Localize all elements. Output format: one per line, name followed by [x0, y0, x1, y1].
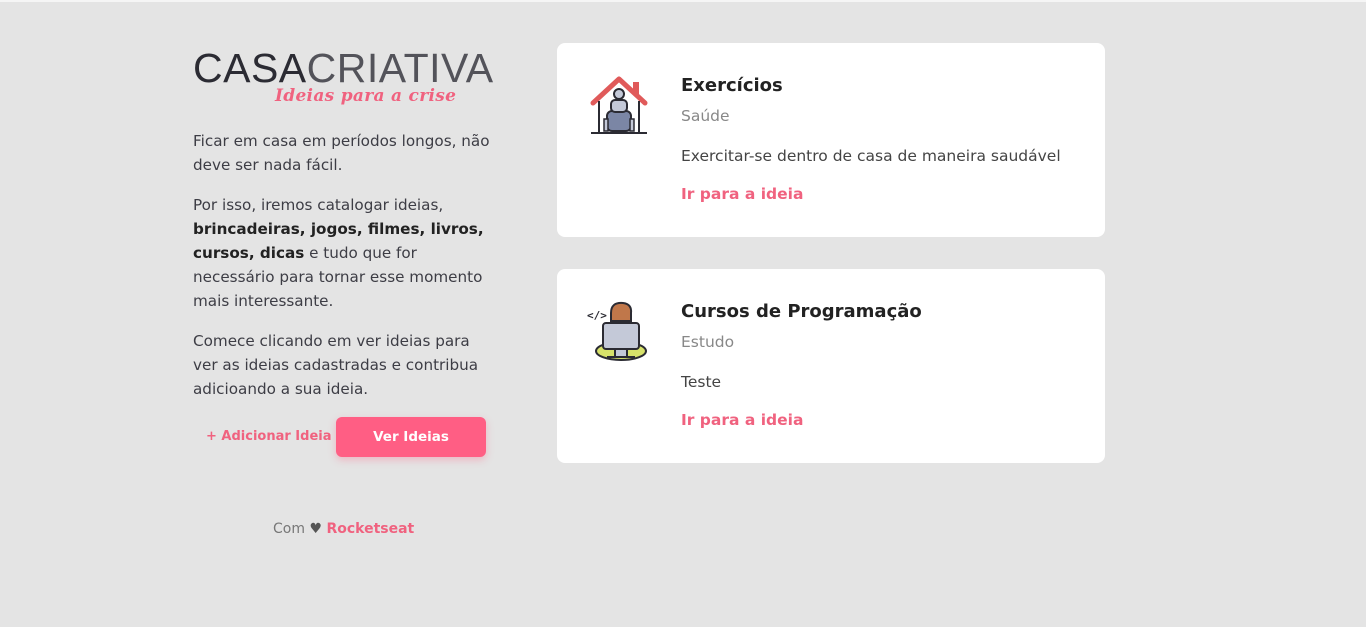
add-idea-link[interactable]: + Adicionar Ideia [206, 429, 332, 444]
home-workout-icon [587, 73, 651, 137]
heart-icon: ♥ [309, 521, 322, 537]
idea-category: Saúde [681, 107, 730, 125]
footer: Com ♥ Rocketseat [273, 521, 414, 537]
intro-paragraph-1: Ficar em casa em períodos longos, não de… [193, 132, 490, 174]
logo-tagline: Ideias para a crise [275, 86, 457, 106]
intro-paragraph-2: Por isso, iremos catalogar ideias, brinc… [193, 193, 498, 313]
idea-description: Exercitar-se dentro de casa de maneira s… [681, 147, 1061, 165]
idea-title: Cursos de Programação [681, 301, 922, 322]
intro-paragraph-3: Comece clicando em ver ideias para ver a… [193, 332, 479, 398]
view-ideas-button[interactable]: Ver Ideias [336, 417, 486, 457]
logo-text: CASACRIATIVA [193, 46, 493, 90]
idea-card: Exercícios Saúde Exercitar-se dentro de … [557, 43, 1105, 237]
programmer-icon: </> [587, 299, 651, 363]
logo-light: CRIATIVA [306, 45, 494, 91]
idea-description: Teste [681, 373, 722, 391]
intro-p2-before: Por isso, iremos catalogar ideias, [193, 196, 444, 214]
idea-link[interactable]: Ir para a ideia [681, 185, 803, 203]
footer-prefix: Com [273, 521, 305, 537]
idea-category: Estudo [681, 333, 735, 351]
idea-title: Exercícios [681, 75, 783, 96]
actions: + Adicionar Ideia Ver Ideias [193, 417, 493, 457]
logo-bold: CASA [193, 45, 307, 91]
logo: CASACRIATIVA Ideias para a crise [193, 46, 493, 110]
footer-brand-link[interactable]: Rocketseat [326, 521, 414, 537]
idea-link[interactable]: Ir para a ideia [681, 411, 803, 429]
intro-text: Ficar em casa em períodos longos, não de… [193, 129, 498, 417]
idea-card: </> Cursos de Programação Estudo Teste I… [557, 269, 1105, 463]
svg-text:</>: </> [587, 309, 607, 322]
